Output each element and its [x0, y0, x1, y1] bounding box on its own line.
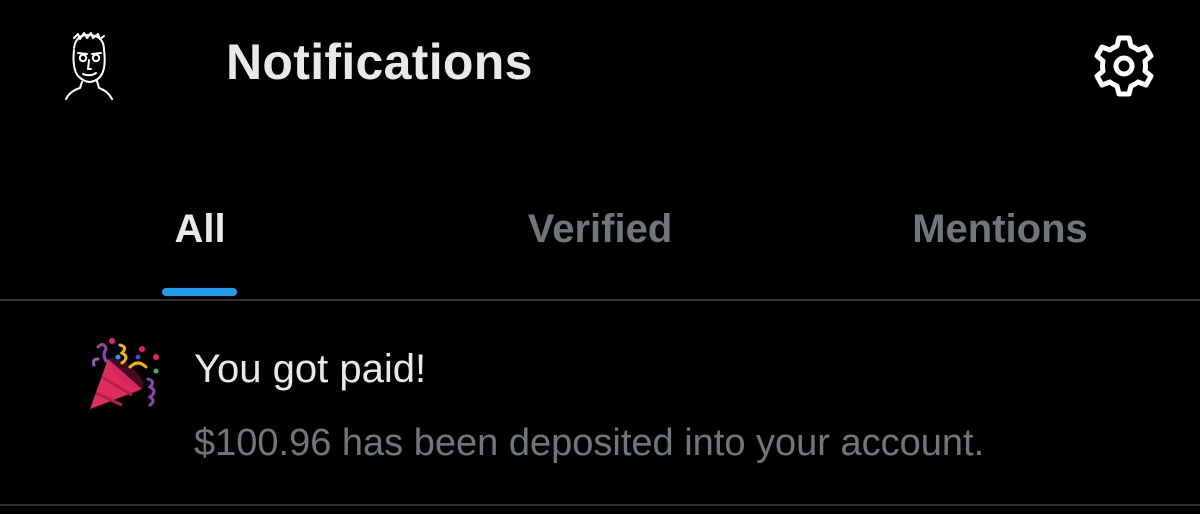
tab-verified[interactable]: Verified [400, 180, 800, 300]
page-title: Notifications [226, 34, 533, 90]
tab-all[interactable]: All [0, 180, 400, 300]
notification-item[interactable]: You got paid! $100.96 has been deposited… [0, 301, 1200, 504]
top-bar: Notifications [0, 0, 1200, 135]
party-popper-icon [86, 337, 166, 417]
avatar[interactable] [60, 28, 116, 100]
tab-bar: All Verified Mentions [0, 180, 1200, 300]
notification-divider [0, 504, 1200, 506]
gear-icon [1094, 35, 1154, 97]
notification-body: $100.96 has been deposited into your acc… [194, 422, 985, 464]
tab-mentions[interactable]: Mentions [800, 180, 1200, 300]
notification-title: You got paid! [194, 347, 427, 391]
profile-avatar-icon [65, 32, 113, 100]
active-tab-indicator [162, 288, 237, 296]
tab-all-label: All [174, 207, 226, 251]
settings-button[interactable] [1088, 30, 1160, 102]
tab-verified-label: Verified [527, 207, 673, 251]
tab-mentions-label: Mentions [912, 207, 1088, 251]
